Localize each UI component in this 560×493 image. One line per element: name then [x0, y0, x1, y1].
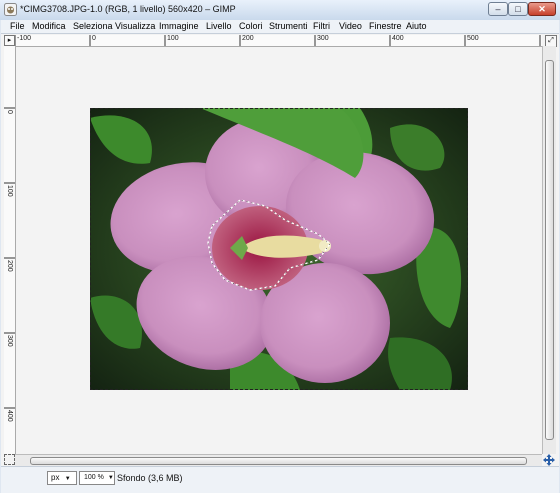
toggle-menu-button[interactable]: ▸ [4, 35, 15, 46]
vertical-ruler[interactable]: 0 100 200 300 400 [4, 46, 16, 454]
chevron-down-icon: ▼ [107, 475, 114, 481]
menu-filtri[interactable]: Filtri [313, 21, 330, 31]
window-title: *CIMG3708.JPG-1.0 (RGB, 1 livello) 560x4… [20, 4, 236, 14]
minimize-button[interactable]: – [488, 2, 508, 16]
ruler-label: 100 [6, 185, 13, 197]
zoom-select[interactable]: 100 % ▼ [79, 471, 115, 485]
ruler-ticks [4, 107, 15, 409]
unit-value: px [51, 473, 60, 482]
menu-colori[interactable]: Colori [239, 21, 263, 31]
ruler-label: 400 [392, 35, 404, 42]
ruler-label: 100 [167, 35, 179, 42]
menu-visualizza[interactable]: Visualizza [115, 21, 155, 31]
status-info: Sfondo (3,6 MB) [117, 473, 183, 483]
ruler-label: 300 [6, 335, 13, 347]
vertical-scrollbar[interactable] [542, 46, 556, 454]
ruler-label: 200 [242, 35, 254, 42]
ruler-label: 0 [92, 35, 96, 42]
ruler-label: 300 [317, 35, 329, 42]
chevron-down-icon: ▼ [64, 476, 71, 482]
close-button[interactable]: ✕ [528, 2, 556, 16]
vertical-scroll-thumb[interactable] [545, 60, 554, 440]
horizontal-scroll-thumb[interactable] [30, 457, 527, 465]
horizontal-ruler[interactable]: -100 0 100 200 300 400 500 [15, 35, 542, 47]
menu-finestre[interactable]: Finestre [369, 21, 402, 31]
gimp-icon [4, 3, 17, 16]
menu-livello[interactable]: Livello [206, 21, 232, 31]
menu-strumenti[interactable]: Strumenti [269, 21, 308, 31]
menu-immagine[interactable]: Immagine [159, 21, 199, 31]
ruler-label: 500 [467, 35, 479, 42]
ruler-label: 200 [6, 260, 13, 272]
menu-seleziona[interactable]: Seleziona [73, 21, 113, 31]
menu-bar: File Modifica Seleziona Visualizza Immag… [1, 20, 559, 34]
unit-select[interactable]: px ▼ [47, 471, 77, 485]
menu-video[interactable]: Video [339, 21, 362, 31]
ruler-label: 0 [6, 110, 13, 114]
title-bar: *CIMG3708.JPG-1.0 (RGB, 1 livello) 560x4… [0, 0, 560, 20]
menu-aiuto[interactable]: Aiuto [406, 21, 427, 31]
canvas-image[interactable] [90, 108, 468, 390]
menu-modifica[interactable]: Modifica [32, 21, 66, 31]
quick-mask-icon[interactable] [4, 454, 15, 465]
maximize-button[interactable]: □ [508, 2, 528, 16]
navigate-icon[interactable] [543, 454, 555, 466]
ruler-label: 400 [6, 410, 13, 422]
menu-file[interactable]: File [10, 21, 25, 31]
zoom-value: 100 % [84, 474, 104, 481]
ruler-label: -100 [17, 35, 32, 42]
gimp-window: *CIMG3708.JPG-1.0 (RGB, 1 livello) 560x4… [0, 0, 560, 493]
